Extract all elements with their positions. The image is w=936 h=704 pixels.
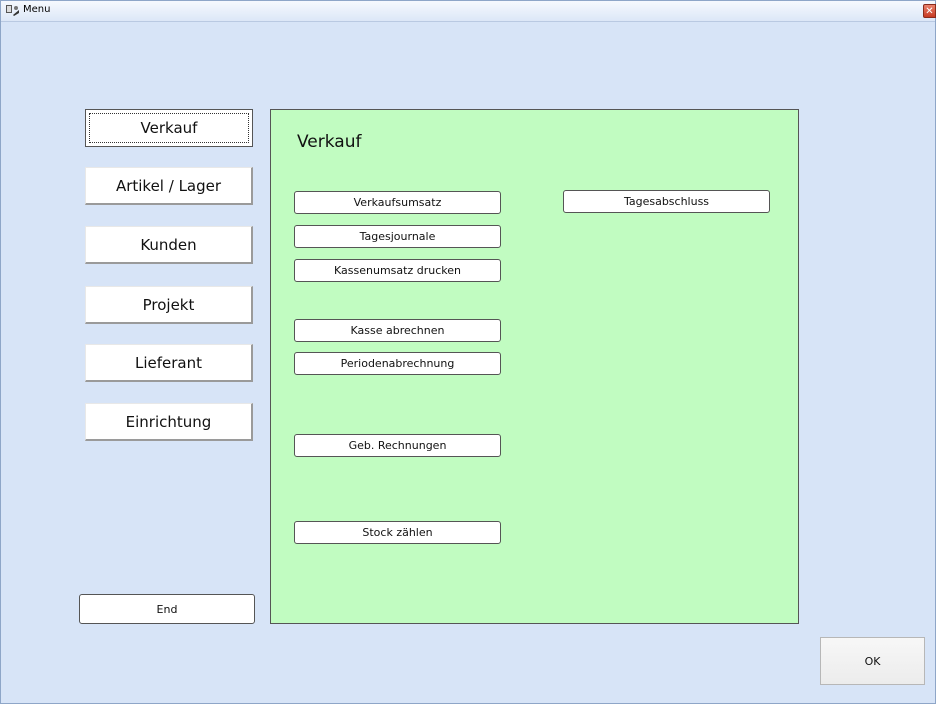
- periodenabrechnung-button[interactable]: Periodenabrechnung: [294, 352, 501, 375]
- close-icon[interactable]: ✕: [923, 4, 936, 18]
- sidebar-item-kunden[interactable]: Kunden: [85, 226, 253, 264]
- kassenumsatz-drucken-button[interactable]: Kassenumsatz drucken: [294, 259, 501, 282]
- sidebar-item-label: Lieferant: [134, 353, 202, 372]
- geb-rechnungen-button[interactable]: Geb. Rechnungen: [294, 434, 501, 457]
- sidebar-item-label: Kunden: [140, 235, 197, 254]
- sidebar-item-projekt[interactable]: Projekt: [85, 286, 253, 324]
- kasse-abrechnen-button[interactable]: Kasse abrechnen: [294, 319, 501, 342]
- tagesabschluss-button[interactable]: Tagesabschluss: [563, 190, 770, 213]
- menu-window: Menu ✕ Verkauf Artikel / Lager Kunden Pr…: [0, 0, 936, 704]
- sidebar-item-label: Artikel / Lager: [115, 176, 222, 195]
- tagesjournale-button[interactable]: Tagesjournale: [294, 225, 501, 248]
- verkaufsumsatz-button[interactable]: Verkaufsumsatz: [294, 191, 501, 214]
- sidebar-item-lieferant[interactable]: Lieferant: [85, 344, 253, 382]
- ok-button[interactable]: OK: [820, 637, 925, 685]
- sidebar-item-einrichtung[interactable]: Einrichtung: [85, 403, 253, 441]
- sidebar-item-label: Projekt: [142, 295, 195, 314]
- stock-zaehlen-button[interactable]: Stock zählen: [294, 521, 501, 544]
- end-button[interactable]: End: [79, 594, 255, 624]
- panel-title: Verkauf: [297, 132, 362, 152]
- sidebar-item-artikel-lager[interactable]: Artikel / Lager: [85, 167, 253, 205]
- title-bar[interactable]: Menu ✕: [1, 1, 936, 22]
- sidebar-item-label: Einrichtung: [125, 412, 212, 431]
- app-icon: [6, 5, 19, 16]
- sidebar-item-verkauf[interactable]: Verkauf: [85, 109, 253, 147]
- focus-ring: [89, 113, 249, 143]
- window-title: Menu: [23, 4, 51, 15]
